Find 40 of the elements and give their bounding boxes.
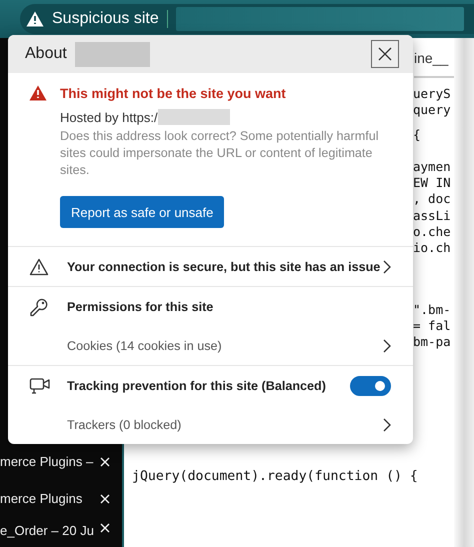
code-line: o.che (413, 224, 452, 240)
warning-description: Does this address look correct? Some potentially harmful sites could impersonate the URL or content of legitimate sites. (60, 128, 380, 179)
warning-icon (29, 258, 49, 276)
tab-title[interactable]: e_Order – 20 Ju (0, 523, 94, 538)
code-line: jQuery(document).ready(function () { (131, 468, 419, 485)
tab-title[interactable]: merce Plugins – (0, 454, 94, 469)
menu-item-label[interactable]: Cookies (14 cookies in use) (67, 338, 383, 352)
code-line: bm-pa (413, 334, 452, 351)
code-line: ".bm- (413, 302, 452, 318)
toggle-switch[interactable] (350, 376, 391, 396)
hosted-by-text: Hosted by https:/ (60, 110, 158, 124)
site-status[interactable]: Suspicious site (52, 10, 159, 28)
code-line: ueryS (413, 86, 452, 102)
chevron-icon (383, 260, 391, 274)
chevron-icon (383, 338, 391, 352)
warning-title: This might not be the site you want (60, 86, 287, 100)
camera-icon (29, 376, 51, 396)
warning-icon (29, 85, 47, 101)
report-button[interactable]: Report as safe or unsafe (60, 196, 224, 228)
close-icon (378, 47, 392, 61)
popup-title: About (25, 45, 67, 63)
close-button[interactable] (371, 40, 399, 68)
code-line: EW IN (413, 175, 452, 192)
menu-item-label: Permissions for this site (67, 300, 214, 314)
warning-icon (26, 11, 44, 27)
code-line: aymen (413, 158, 452, 176)
code-line: , doc (413, 191, 452, 208)
code-line: = fal (413, 318, 452, 334)
address-field[interactable] (176, 7, 464, 31)
code-line: { (413, 126, 422, 143)
menu-item-label[interactable]: Tracking prevention for this site (Balanced) (67, 378, 350, 392)
menu-item-label[interactable]: Trackers (0 blocked) (67, 418, 383, 432)
code-line: io.ch (413, 240, 452, 257)
key-icon (29, 296, 49, 316)
close-icon[interactable] (100, 523, 110, 533)
menu-item-label[interactable]: Your connection is secure, but this site has an issue (67, 260, 383, 274)
tab-title[interactable]: merce Plugins (0, 491, 82, 506)
code-line: query (413, 102, 452, 119)
code-line: assLi (413, 208, 452, 224)
chevron-icon (383, 418, 391, 432)
